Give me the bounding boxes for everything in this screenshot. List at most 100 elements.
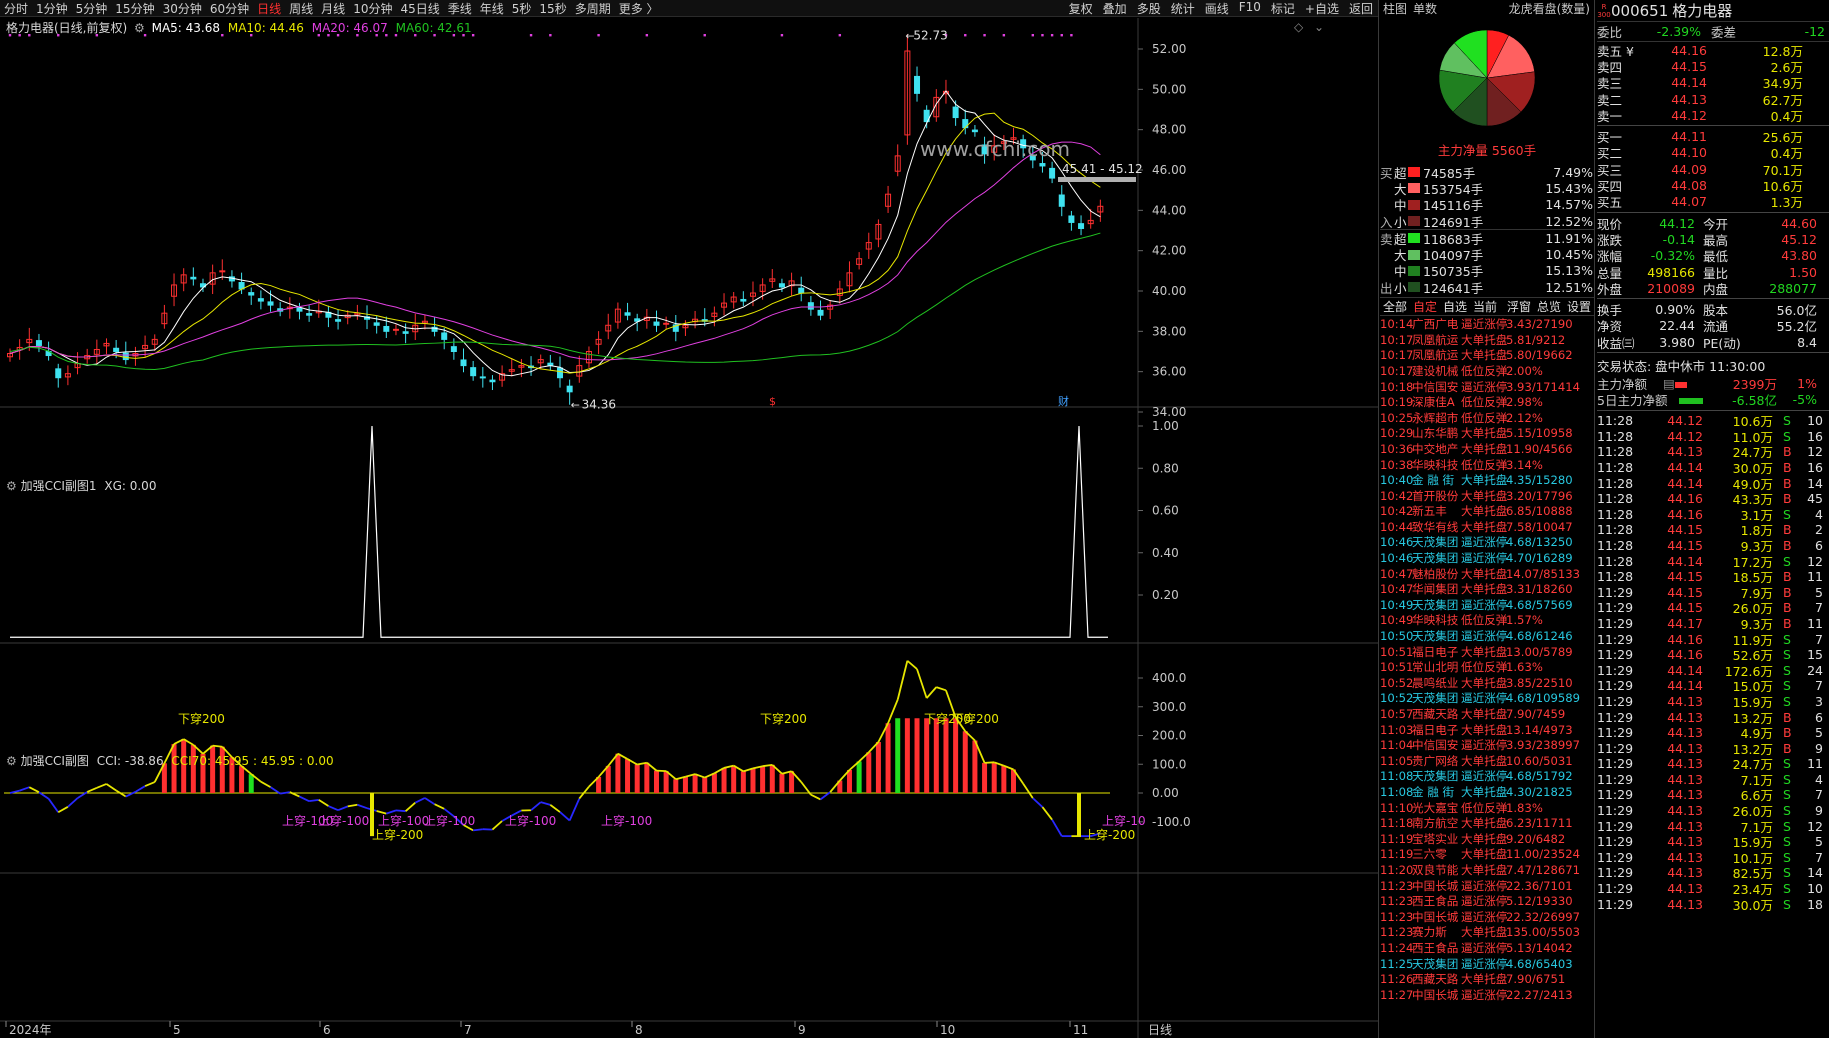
tick-side: B [1783, 615, 1792, 631]
alert-item[interactable]: 10:17 凤凰航运 大单托盘 5.80/19662 [1380, 348, 1594, 364]
period-tab-1[interactable]: 1分钟 [32, 0, 72, 17]
news-tab-4[interactable]: 浮窗 [1504, 298, 1534, 315]
alert-item[interactable]: 10:49 华映科技 低位反弹 1.57% [1380, 613, 1594, 629]
alert-item[interactable]: 11:03 福日电子 大单托盘 13.14/4973 [1380, 722, 1594, 738]
news-tab-0[interactable]: 全部 [1380, 298, 1410, 315]
period-tab-15[interactable]: 多周期 [571, 0, 615, 17]
alert-item[interactable]: 10:38 华映科技 低位反弹 3.14% [1380, 457, 1594, 473]
alert-item[interactable]: 11:05 贵广网络 大单托盘 10.60/5031 [1380, 753, 1594, 769]
alert-item[interactable]: 10:57 西藏天路 大单托盘 7.90/7459 [1380, 706, 1594, 722]
alert-item[interactable]: 11:20 双良节能 大单托盘 7.47/128671 [1380, 862, 1594, 878]
news-tab-5[interactable]: 总览 [1534, 298, 1564, 315]
alert-item[interactable]: 10:42 首开股份 大单托盘 3.20/17796 [1380, 488, 1594, 504]
tool-button-5[interactable]: F10 [1234, 0, 1266, 17]
period-tab-3[interactable]: 15分钟 [111, 0, 158, 17]
ask-row[interactable]: 卖二 44.13 62.7万 [1597, 91, 1829, 108]
tool-button-2[interactable]: 多股 [1132, 0, 1166, 17]
period-tab-11[interactable]: 季线 [444, 0, 476, 17]
period-tab-7[interactable]: 周线 [285, 0, 317, 17]
period-tab-8[interactable]: 月线 [317, 0, 349, 17]
alert-item[interactable]: 10:18 中信国安 逼近涨停 3.93/171414 [1380, 379, 1594, 395]
alert-item[interactable]: 11:23 西王食品 逼近涨停 5.12/19330 [1380, 893, 1594, 909]
settings-icon[interactable]: ⚙ [6, 479, 17, 493]
alert-stock: 永辉超市 [1412, 410, 1458, 425]
alert-item[interactable]: 11:18 南方航空 大单托盘 6.23/11711 [1380, 815, 1594, 831]
ask-row[interactable]: 卖一 44.12 0.4万 [1597, 107, 1829, 124]
alert-time: 10:51 [1380, 660, 1414, 675]
bid-row[interactable]: 买三 44.09 70.1万 [1597, 161, 1829, 178]
alert-item[interactable]: 11:23 中国长城 逼近涨停 22.36/7101 [1380, 878, 1594, 894]
alert-item[interactable]: 11:24 西王食品 逼近涨停 5.13/14042 [1380, 940, 1594, 956]
alert-item[interactable]: 10:36 中交地产 大单托盘 11.90/4566 [1380, 441, 1594, 457]
alert-item[interactable]: 11:27 中国长城 逼近涨停 22.27/2413 [1380, 987, 1594, 1003]
alert-item[interactable]: 10:49 天茂集团 逼近涨停 4.68/57569 [1380, 597, 1594, 613]
ask-row[interactable]: 卖五 ¥44.16 12.8万 [1597, 42, 1829, 59]
period-tab-6[interactable]: 日线 [253, 0, 285, 17]
alert-item[interactable]: 10:19 深康佳A 低位反弹 2.98% [1380, 394, 1594, 410]
alert-item[interactable]: 11:25 天茂集团 逼近涨停 4.68/65403 [1380, 956, 1594, 972]
alert-item[interactable]: 10:17 凤凰航运 大单托盘 5.81/9212 [1380, 332, 1594, 348]
expand-icon[interactable]: ◇ [1294, 20, 1303, 34]
alert-item[interactable]: 11:23 赛力斯 大单托盘 135.00/5503 [1380, 925, 1594, 941]
period-tab-10[interactable]: 45日线 [396, 0, 443, 17]
alert-item[interactable]: 10:47 华闻集团 大单托盘 3.31/18260 [1380, 581, 1594, 597]
bid-row[interactable]: 买五 44.07 1.3万 [1597, 194, 1829, 210]
alert-item[interactable]: 10:44 致华有线 大单托盘 7.58/10047 [1380, 519, 1594, 535]
tool-button-7[interactable]: +自选 [1300, 0, 1344, 17]
alert-item[interactable]: 10:50 天茂集团 逼近涨停 4.68/61246 [1380, 628, 1594, 644]
ask-row[interactable]: 卖三 44.14 34.9万 [1597, 75, 1829, 91]
news-tab-2[interactable]: 自选 [1440, 298, 1470, 315]
alert-item[interactable]: 10:40 金 融 街大单托盘 4.35/15280 [1380, 472, 1594, 488]
ask-volume: 0.4万 [1770, 108, 1803, 124]
alert-item[interactable]: 10:46 天茂集团 逼近涨停 4.70/16289 [1380, 550, 1594, 566]
tool-button-3[interactable]: 统计 [1166, 0, 1200, 17]
tool-button-8[interactable]: 返回 [1344, 0, 1378, 17]
tool-button-0[interactable]: 复权 [1064, 0, 1098, 17]
bid-row[interactable]: 买二 44.10 0.4万 [1597, 145, 1829, 161]
tool-button-6[interactable]: 标记 [1266, 0, 1300, 17]
news-tab-6[interactable]: 设置 [1564, 298, 1594, 315]
alert-item[interactable]: 10:46 天茂集团 逼近涨停 4.68/13250 [1380, 535, 1594, 551]
alert-item[interactable]: 10:52 晨鸣纸业 大单托盘 3.85/22510 [1380, 675, 1594, 691]
ask-row[interactable]: 卖四 44.15 2.6万 [1597, 58, 1829, 75]
alert-item[interactable]: 11:19 三六零 大单托盘 11.00/23524 [1380, 847, 1594, 863]
alert-item[interactable]: 10:51 福日电子 大单托盘 13.00/5789 [1380, 644, 1594, 660]
news-tab-3[interactable]: 当前 [1470, 298, 1500, 315]
period-tab-12[interactable]: 年线 [476, 0, 508, 17]
alert-item[interactable]: 11:08 金 融 街大单托盘 4.30/21825 [1380, 784, 1594, 800]
tab-order-count[interactable]: 单数 [1410, 0, 1440, 17]
tool-button-4[interactable]: 画线 [1200, 0, 1234, 17]
period-tab-9[interactable]: 10分钟 [349, 0, 396, 17]
alert-item[interactable]: 10:42 新五丰 大单托盘 6.85/10888 [1380, 504, 1594, 520]
info-icon[interactable]: ▤ [1663, 376, 1675, 391]
settings-icon[interactable]: ⚙ [134, 21, 145, 35]
alert-item[interactable]: 11:26 西藏天路 大单托盘 7.90/6751 [1380, 971, 1594, 987]
alert-item[interactable]: 10:17 建设机械 低位反弹 2.00% [1380, 363, 1594, 379]
bid-row[interactable]: 买四 44.08 10.6万 [1597, 177, 1829, 194]
period-tab-14[interactable]: 15秒 [535, 0, 570, 17]
bid-row[interactable]: 买一 44.11 25.6万 [1597, 128, 1829, 145]
alert-item[interactable]: 10:14 广西广电 逼近涨停 3.43/27190 [1380, 316, 1594, 332]
period-tab-4[interactable]: 30分钟 [159, 0, 206, 17]
alert-item[interactable]: 11:19 宝塔实业 大单托盘 9.20/6482 [1380, 831, 1594, 847]
alert-item[interactable]: 10:29 山东华鹏 大单托盘 5.15/10958 [1380, 426, 1594, 442]
alert-item[interactable]: 11:04 中信国安 逼近涨停 3.93/238997 [1380, 737, 1594, 753]
tab-bar-chart[interactable]: 柱图 [1380, 0, 1410, 17]
tool-button-1[interactable]: 叠加 [1098, 0, 1132, 17]
alert-item[interactable]: 10:47 魅柏股份 大单托盘 14.07/85133 [1380, 566, 1594, 582]
period-tab-13[interactable]: 5秒 [508, 0, 536, 17]
alert-item[interactable]: 10:25 永辉超市 低位反弹 2.12% [1380, 410, 1594, 426]
alert-item[interactable]: 11:10 光大嘉宝 低位反弹 1.83% [1380, 800, 1594, 816]
alert-item[interactable]: 10:51 常山北明 低位反弹 1.63% [1380, 659, 1594, 675]
period-tab-16[interactable]: 更多 〉 [615, 0, 663, 17]
chevron-down-icon[interactable]: ⌄ [1314, 20, 1324, 34]
alert-item[interactable]: 10:52 天茂集团 逼近涨停 4.68/109589 [1380, 691, 1594, 707]
alert-item[interactable]: 11:08 天茂集团 逼近涨停 4.68/51792 [1380, 769, 1594, 785]
period-tab-5[interactable]: 60分钟 [206, 0, 253, 17]
kline-chart-area[interactable]: 52.0050.0048.0046.0044.0042.0040.0038.00… [0, 18, 1378, 1038]
period-tab-0[interactable]: 分时 [0, 0, 32, 17]
settings-icon[interactable]: ⚙ [6, 754, 17, 768]
alert-item[interactable]: 11:23 中国长城 逼近涨停 22.32/26997 [1380, 909, 1594, 925]
period-tab-2[interactable]: 5分钟 [72, 0, 112, 17]
news-tab-1[interactable]: 自定 [1410, 298, 1440, 315]
